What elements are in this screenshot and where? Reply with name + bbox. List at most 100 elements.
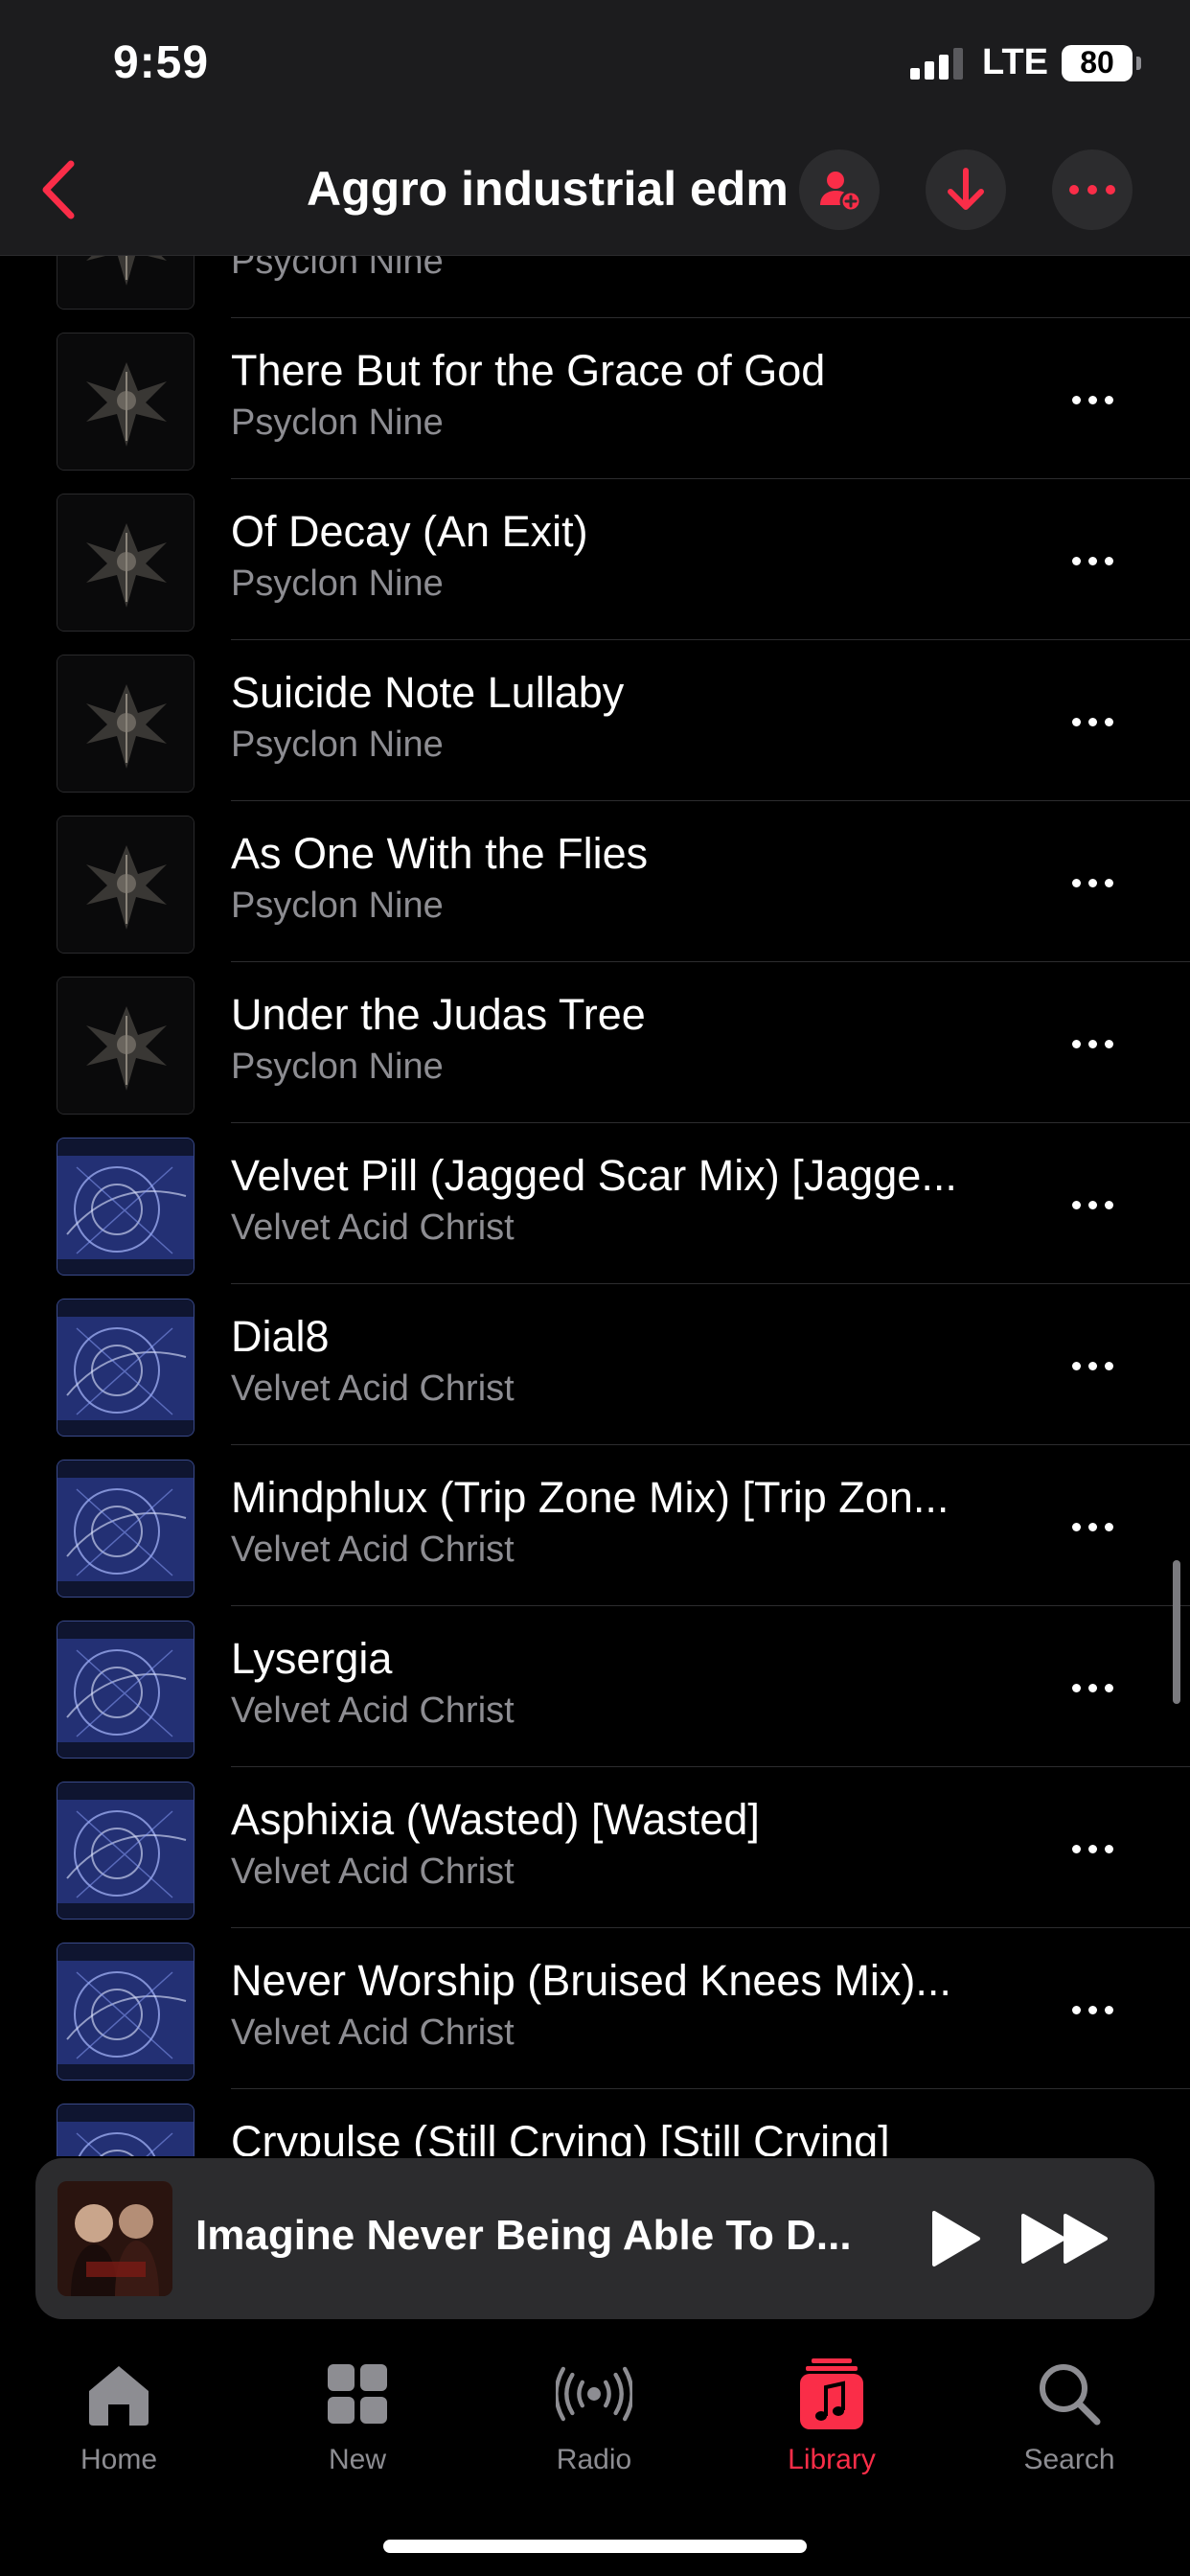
tab-label-radio: Radio (556, 2444, 632, 2475)
song-artist: Psyclon Nine (231, 564, 444, 604)
now-playing-title: Imagine Never Being Able To D... (195, 2212, 852, 2259)
song-title: Mindphlux (Trip Zone Mix) [Trip Zon... (231, 1473, 950, 1522)
song-title: As One With the Flies (231, 829, 649, 878)
song-row[interactable]: Asphixia (Wasted) [Wasted] Velvet Acid Ch… (0, 1767, 1190, 1928)
song-more-button[interactable] (1059, 1342, 1126, 1390)
album-artwork (57, 816, 195, 954)
ellipsis-icon (1069, 185, 1115, 195)
song-artist: Psyclon Nine (231, 255, 444, 282)
status-time: 9:59 (113, 37, 210, 88)
song-title: Of Decay (An Exit) (231, 507, 588, 556)
song-title: Crypulse (Still Crying) [Still Crying] (231, 2117, 890, 2156)
album-artwork (57, 1621, 195, 1759)
song-title: There But for the Grace of God (231, 346, 826, 395)
song-row[interactable]: Under the Judas Tree Psyclon Nine (0, 962, 1190, 1123)
network-type: LTE (982, 42, 1048, 82)
song-more-button[interactable] (1059, 859, 1126, 907)
song-more-button[interactable] (1059, 1020, 1126, 1068)
song-row[interactable]: Crypulse (Still Crying) [Still Crying] (0, 2089, 1190, 2156)
song-row[interactable]: Mindphlux (Trip Zone Mix) [Trip Zon... Ve… (0, 1445, 1190, 1606)
song-artist: Velvet Acid Christ (231, 1530, 515, 1570)
song-row[interactable]: Never Worship (Bruised Knees Mix)... Velv… (0, 1928, 1190, 2089)
song-row[interactable]: Psyclon Nine (0, 255, 1190, 318)
song-more-button[interactable] (1059, 698, 1126, 746)
album-artwork (57, 1299, 195, 1437)
radio-waves-icon (556, 2356, 632, 2432)
song-title: Velvet Pill (Jagged Scar Mix) [Jagge... (231, 1151, 957, 1200)
play-icon (932, 2211, 980, 2266)
download-button[interactable] (926, 150, 1006, 230)
back-button[interactable] (29, 153, 86, 226)
tab-label-new: New (328, 2444, 386, 2475)
now-playing-artwork (57, 2181, 172, 2296)
album-artwork (57, 2104, 195, 2156)
song-artist: Velvet Acid Christ (231, 2012, 515, 2053)
song-row[interactable]: There But for the Grace of God Psyclon Ni… (0, 318, 1190, 479)
album-artwork (57, 655, 195, 793)
grid-icon (319, 2356, 396, 2432)
song-artist: Psyclon Nine (231, 724, 444, 765)
play-button[interactable] (917, 2200, 994, 2277)
album-artwork (57, 1943, 195, 2081)
album-artwork (57, 1782, 195, 1920)
song-artist: Velvet Acid Christ (231, 1852, 515, 1892)
song-more-button[interactable] (1059, 1503, 1126, 1551)
song-title: Asphixia (Wasted) [Wasted] (231, 1795, 760, 1844)
album-artwork (57, 333, 195, 471)
signal-strength-icon (910, 47, 964, 80)
album-artwork (57, 255, 195, 310)
playlist-title: Aggro industrial edm (307, 162, 789, 216)
tab-label-library: Library (788, 2444, 876, 2475)
scroll-indicator[interactable] (1173, 1560, 1180, 1704)
tab-bar: Home New Radio Library Search (0, 2319, 1190, 2576)
song-row[interactable]: As One With the Flies Psyclon Nine (0, 801, 1190, 962)
song-artist: Velvet Acid Christ (231, 1368, 515, 1409)
song-title: Dial8 (231, 1312, 330, 1361)
status-indicators: LTE 80 (910, 42, 1141, 83)
song-title: Never Worship (Bruised Knees Mix)... (231, 1956, 951, 2005)
song-artist: Psyclon Nine (231, 402, 444, 443)
song-row[interactable]: Suicide Note Lullaby Psyclon Nine (0, 640, 1190, 801)
album-artwork (57, 1138, 195, 1276)
tab-library[interactable]: Library (755, 2356, 908, 2490)
song-list[interactable]: Psyclon Nine There But for the Grace of G… (0, 255, 1190, 2156)
song-more-button[interactable] (1059, 1181, 1126, 1229)
song-artist: Psyclon Nine (231, 1046, 444, 1087)
battery-icon: 80 (1062, 44, 1141, 81)
fast-forward-icon (1021, 2214, 1108, 2264)
song-more-button[interactable] (1059, 1825, 1126, 1873)
song-row[interactable]: Of Decay (An Exit) Psyclon Nine (0, 479, 1190, 640)
album-artwork (57, 977, 195, 1115)
album-artwork (57, 494, 195, 632)
tab-label-home: Home (80, 2444, 158, 2475)
home-indicator[interactable] (383, 2540, 807, 2553)
top-bar: 9:59 LTE 80 Aggro industrial edm (0, 0, 1190, 256)
song-artist: Velvet Acid Christ (231, 1690, 515, 1731)
chevron-left-icon (42, 160, 75, 219)
song-more-button[interactable] (1059, 1664, 1126, 1712)
tab-new[interactable]: New (281, 2356, 434, 2490)
album-artwork (57, 1460, 195, 1598)
app-screen: 9:59 LTE 80 Aggro industrial edm Psyclon… (0, 0, 1190, 2576)
search-icon (1031, 2356, 1108, 2432)
next-track-button[interactable] (1013, 2200, 1118, 2277)
song-row[interactable]: Velvet Pill (Jagged Scar Mix) [Jagge... V… (0, 1123, 1190, 1284)
song-row[interactable]: Lysergia Velvet Acid Christ (0, 1606, 1190, 1767)
song-more-button[interactable] (1059, 376, 1126, 424)
tab-label-search: Search (1023, 2444, 1115, 2475)
song-row[interactable]: Dial8 Velvet Acid Christ (0, 1284, 1190, 1445)
person-add-icon (820, 172, 862, 213)
music-note-icon (793, 2356, 870, 2432)
song-title: Under the Judas Tree (231, 990, 646, 1039)
more-options-button[interactable] (1052, 150, 1133, 230)
song-more-button[interactable] (1059, 1986, 1126, 2034)
arrow-down-icon (948, 168, 984, 210)
add-collaborator-button[interactable] (799, 150, 880, 230)
tab-search[interactable]: Search (993, 2356, 1146, 2490)
tab-home[interactable]: Home (42, 2356, 195, 2490)
mini-player[interactable]: Imagine Never Being Able To D... (35, 2158, 1155, 2319)
house-icon (80, 2356, 157, 2432)
song-artist: Velvet Acid Christ (231, 1208, 515, 1248)
tab-radio[interactable]: Radio (517, 2356, 671, 2490)
song-more-button[interactable] (1059, 537, 1126, 585)
